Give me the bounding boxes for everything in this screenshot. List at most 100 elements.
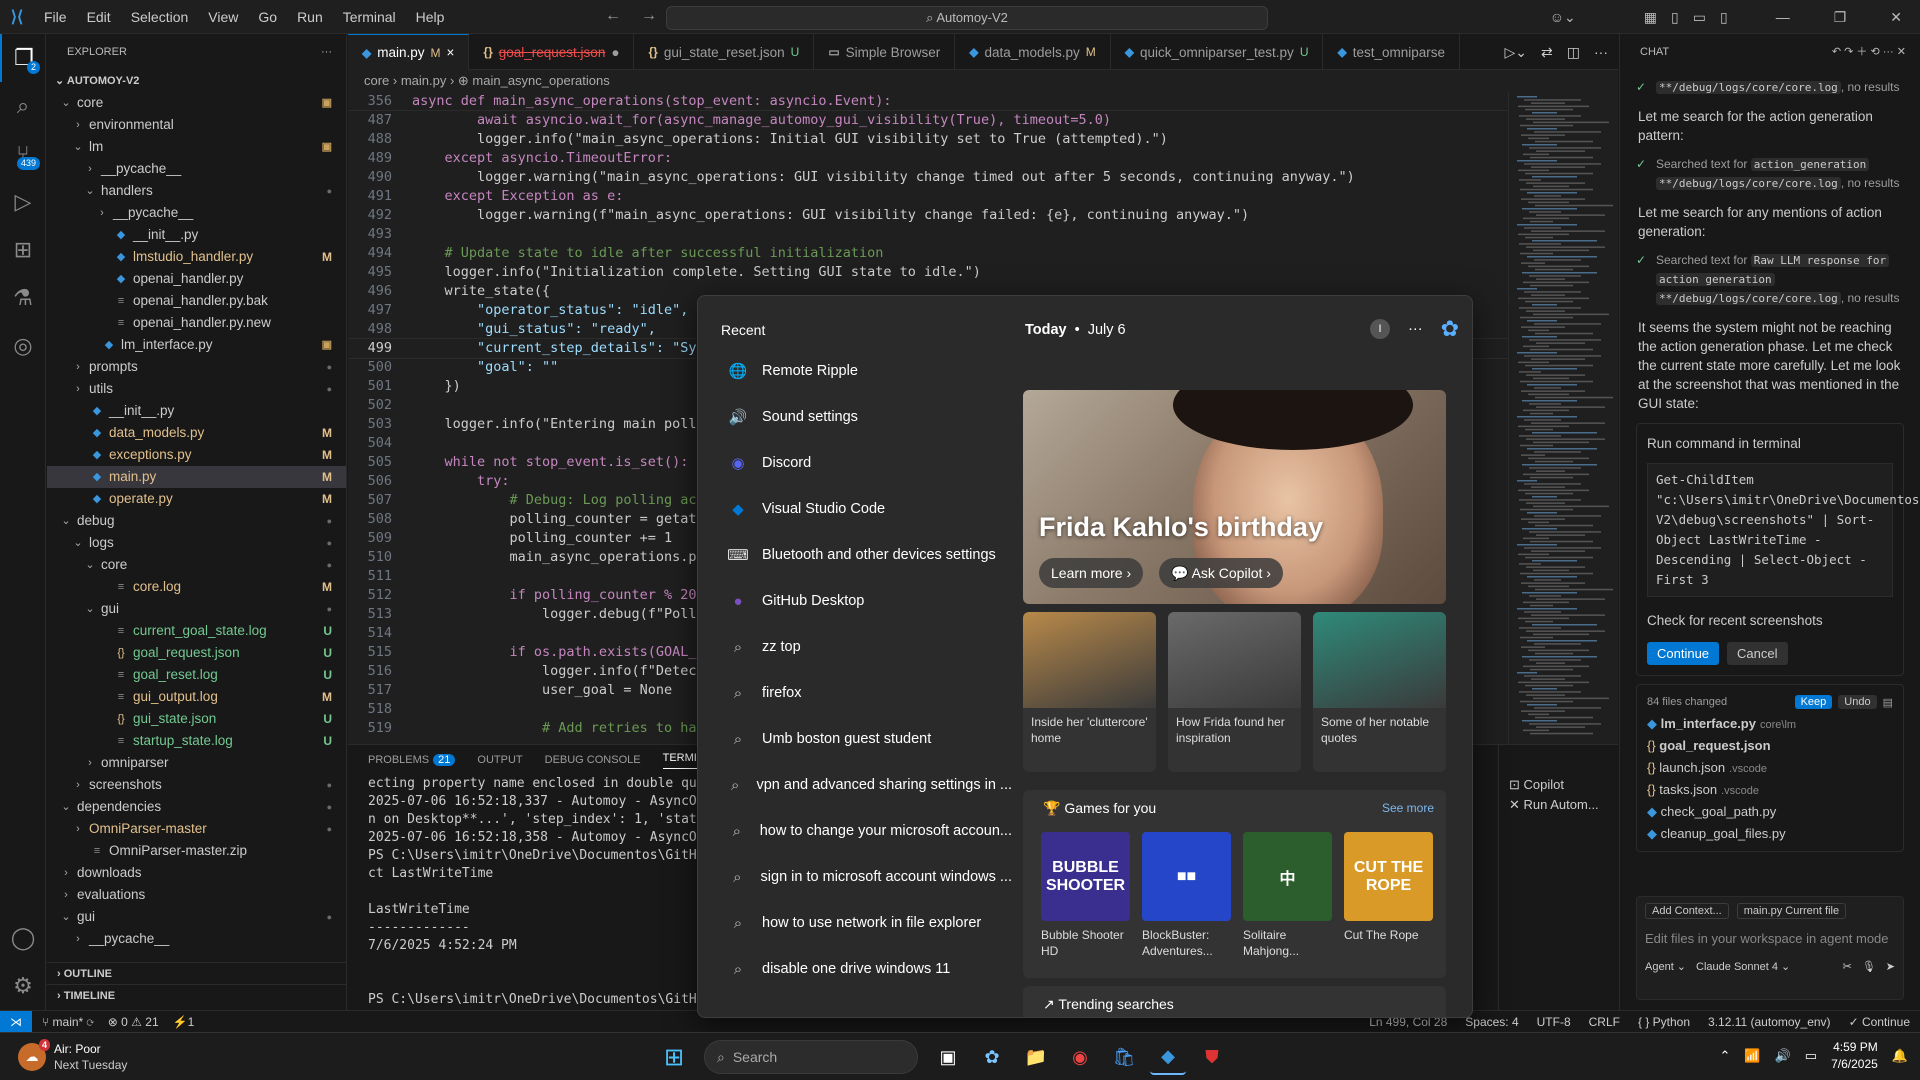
tree-item[interactable]: ≡ OmniParser-master.zip xyxy=(47,840,346,862)
restore-icon[interactable]: ❐ xyxy=(1834,9,1847,26)
learn-more-button[interactable]: Learn more › xyxy=(1039,558,1144,588)
changed-file-item[interactable]: ◆ lm_interface.py core\lm xyxy=(1647,713,1893,735)
tree-item[interactable]: ≡ current_goal_state.log U xyxy=(47,620,346,642)
tools-icon[interactable]: ✂ xyxy=(1843,960,1852,973)
tree-item[interactable]: ≡ goal_reset.log U xyxy=(47,664,346,686)
tree-item[interactable]: › __pycache__ xyxy=(47,928,346,950)
breadcrumb[interactable]: core › main.py › ⊕ main_async_operations xyxy=(348,70,1618,92)
copilot-logo-icon[interactable]: ✿ xyxy=(1441,316,1459,342)
notification-bell-icon[interactable]: 🔔 xyxy=(1892,1048,1908,1064)
tree-item[interactable]: {} goal_request.json U xyxy=(47,642,346,664)
recent-item[interactable]: ⌕ firefox xyxy=(712,670,1012,716)
menu-go[interactable]: Go xyxy=(248,9,287,25)
game-tile[interactable]: 中 Solitaire Mahjong... xyxy=(1243,832,1332,959)
trending-section[interactable]: ↗ Trending searches xyxy=(1023,986,1446,1017)
tree-item[interactable]: ≡ openai_handler.py.bak xyxy=(47,290,346,312)
tree-item[interactable]: ◆ __init__.py xyxy=(47,224,346,246)
command-center-search[interactable]: ⌕ Automoy-V2 xyxy=(666,6,1268,30)
problems-indicator[interactable]: ⊗ 0 ⚠ 21 xyxy=(108,1015,159,1029)
changed-file-item[interactable]: {} goal_request.json xyxy=(1647,735,1893,757)
taskbar-search[interactable]: ⌕ Search xyxy=(704,1040,918,1074)
tab-debug-console[interactable]: DEBUG CONSOLE xyxy=(545,754,641,766)
remote-explorer-icon[interactable]: ◎ xyxy=(0,322,46,370)
changed-file-item[interactable]: ◆ check_goal_path.py xyxy=(1647,801,1893,823)
battery-icon[interactable]: ▭ xyxy=(1805,1048,1817,1064)
editor-tab[interactable]: ▭ Simple Browser xyxy=(814,34,956,70)
ports-indicator[interactable]: ⚡1 xyxy=(173,1015,195,1029)
model-picker[interactable]: Claude Sonnet 4 ⌄ xyxy=(1696,960,1790,973)
extensions-icon[interactable]: ⊞ xyxy=(0,226,46,274)
status-item[interactable]: CRLF xyxy=(1589,1015,1620,1029)
editor-tab[interactable]: {} goal_request.json ● xyxy=(469,34,635,70)
chat-actions[interactable]: ↶ ↷ ＋ ⟲ ··· ✕ xyxy=(1832,34,1906,70)
run-icon[interactable]: ▷⌄ xyxy=(1505,44,1528,61)
tree-item[interactable]: › __pycache__ xyxy=(47,158,346,180)
weather-widget[interactable]: ☁ 4 Air: Poor Next Tuesday xyxy=(18,1039,127,1073)
see-more-link[interactable]: See more xyxy=(1382,801,1434,815)
more-options-icon[interactable]: ··· xyxy=(1408,321,1423,337)
settings-gear-icon[interactable]: ⚙ xyxy=(0,962,46,1010)
testing-icon[interactable]: ⚗ xyxy=(0,274,46,322)
tree-item[interactable]: › evaluations xyxy=(47,884,346,906)
game-tile[interactable]: ■■ BlockBuster: Adventures... xyxy=(1142,832,1231,959)
tree-item[interactable]: › prompts ● xyxy=(47,356,346,378)
close-icon[interactable]: ✕ xyxy=(1890,9,1902,26)
chrome-icon[interactable]: ◉ xyxy=(1062,1039,1098,1075)
tree-item[interactable]: › utils ● xyxy=(47,378,346,400)
status-item[interactable]: ✓ Continue xyxy=(1849,1015,1910,1029)
explorer-icon[interactable]: ❐ 2 xyxy=(0,34,46,82)
status-item[interactable]: Spaces: 4 xyxy=(1465,1015,1518,1029)
outline-section[interactable]: › OUTLINE xyxy=(47,962,346,984)
recent-item[interactable]: ⌕ Umb boston guest student xyxy=(712,716,1012,762)
recent-item[interactable]: ● GitHub Desktop xyxy=(712,578,1012,624)
project-root[interactable]: ⌄ AUTOMOY-V2 xyxy=(47,70,346,92)
undo-button[interactable]: Undo xyxy=(1838,695,1877,709)
recent-item[interactable]: ⌨ Bluetooth and other devices settings xyxy=(712,532,1012,578)
menu-help[interactable]: Help xyxy=(406,9,455,25)
task-view-icon[interactable]: ▣ xyxy=(930,1039,966,1075)
source-control-icon[interactable]: ⑂ 439 xyxy=(0,130,46,178)
tree-item[interactable]: ◆ main.py M xyxy=(47,466,346,488)
forward-arrow-icon[interactable]: → xyxy=(641,7,657,25)
tree-item[interactable]: ◆ lm_interface.py ▣ xyxy=(47,334,346,356)
recent-item[interactable]: ◉ Discord xyxy=(712,440,1012,486)
tree-item[interactable]: ⌄ lm ▣ xyxy=(47,136,346,158)
editor-tab[interactable]: ◆ data_models.py M xyxy=(955,34,1111,70)
more-icon[interactable]: ··· xyxy=(1594,44,1608,60)
back-arrow-icon[interactable]: ← xyxy=(605,7,621,25)
tree-item[interactable]: {} gui_state.json U xyxy=(47,708,346,730)
changed-file-item[interactable]: {} launch.json .vscode xyxy=(1647,757,1893,779)
app-shield-icon[interactable]: ⛊ xyxy=(1194,1039,1230,1075)
recent-item[interactable]: ⌕ vpn and advanced sharing settings in ..… xyxy=(712,762,1012,808)
recent-item[interactable]: ⌕ how to change your microsoft accoun... xyxy=(712,808,1012,854)
editor-tab[interactable]: ◆ quick_omniparser_test.py U xyxy=(1111,34,1324,70)
recent-item[interactable]: ⌕ how to use network in file explorer xyxy=(712,900,1012,946)
toggle-sidebar-icon[interactable]: ▯ xyxy=(1671,9,1679,26)
editor-tab[interactable]: ◆ test_omniparse xyxy=(1323,34,1461,70)
tree-item[interactable]: ≡ startup_state.log U xyxy=(47,730,346,752)
timeline-section[interactable]: › TIMELINE xyxy=(47,984,346,1006)
tree-item[interactable]: ≡ openai_handler.py.new xyxy=(47,312,346,334)
tree-item[interactable]: ◆ openai_handler.py xyxy=(47,268,346,290)
tree-item[interactable]: ≡ gui_output.log M xyxy=(47,686,346,708)
vscode-taskbar-icon[interactable]: ◆ xyxy=(1150,1039,1186,1075)
story-card[interactable]: Some of her notable quotes xyxy=(1313,612,1446,772)
tree-item[interactable]: ◆ exceptions.py M xyxy=(47,444,346,466)
toggle-secondary-sidebar-icon[interactable]: ▯ xyxy=(1720,9,1728,26)
ask-copilot-button[interactable]: 💬 Ask Copilot › xyxy=(1159,558,1283,588)
tree-item[interactable]: ⌄ gui ● xyxy=(47,598,346,620)
tree-item[interactable]: ◆ lmstudio_handler.py M xyxy=(47,246,346,268)
recent-item[interactable]: 🌐 Remote Ripple xyxy=(712,348,1012,394)
tree-item[interactable]: ⌄ gui ● xyxy=(47,906,346,928)
tab-close-icon[interactable]: × xyxy=(447,45,455,60)
toggle-panel-icon[interactable]: ▭ xyxy=(1693,9,1706,26)
mic-icon[interactable]: 🎙 xyxy=(1862,960,1876,973)
terminal-item-copilot[interactable]: ⊡ Copilot xyxy=(1509,775,1608,795)
cancel-button[interactable]: Cancel xyxy=(1727,642,1788,665)
game-tile[interactable]: CUT THE ROPE Cut The Rope xyxy=(1344,832,1433,943)
story-card[interactable]: Inside her 'cluttercore' home xyxy=(1023,612,1156,772)
branch-indicator[interactable]: ⑂ main* ⟳ xyxy=(42,1015,94,1029)
menu-edit[interactable]: Edit xyxy=(77,9,121,25)
account-icon[interactable]: ◯ xyxy=(0,914,46,962)
tree-item[interactable]: › downloads xyxy=(47,862,346,884)
